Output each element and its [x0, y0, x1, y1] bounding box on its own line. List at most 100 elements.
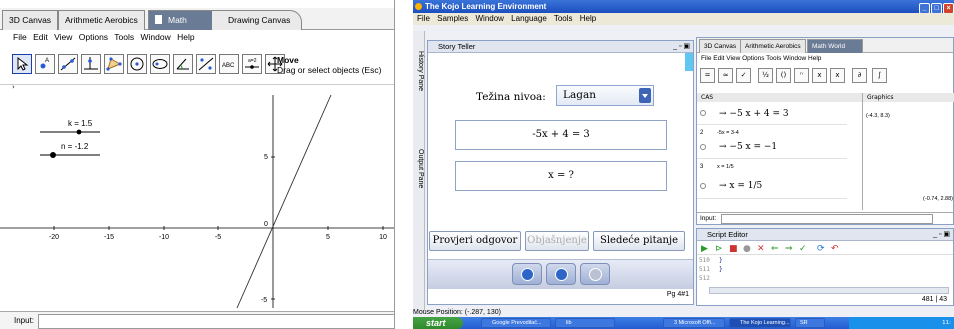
taskbar-item[interactable]: 3 Microsoft Offi... — [663, 318, 725, 328]
output-pane-tab[interactable]: Output Pane — [414, 149, 424, 188]
cas-view[interactable]: CAS → −5 x + 4 = 3 2 -5x = 3-4 → −5 x = … — [697, 93, 863, 210]
algebra-collapse-bar[interactable]: › — [0, 83, 394, 94]
input-field[interactable] — [38, 314, 394, 329]
radio-icon[interactable] — [700, 183, 706, 189]
integral-icon[interactable]: ∫ — [872, 68, 887, 83]
gg-menu-bar[interactable]: File Edit View Options Tools Window Help — [697, 54, 953, 64]
point-tool-button[interactable]: A — [35, 54, 55, 74]
menu-file[interactable]: File — [13, 32, 27, 42]
check-icon[interactable]: ✓ — [799, 244, 807, 254]
slider-n-handle[interactable] — [50, 152, 56, 158]
graphics-view[interactable]: -20 -15 -10 -5 0 5 10 5 -5 k = 1.5 n = -… — [0, 95, 395, 308]
explanation-button[interactable]: Objašnjenje — [525, 231, 589, 251]
history-forward-icon[interactable]: ⇒ — [785, 244, 793, 254]
difficulty-select[interactable]: Lagan — [556, 85, 654, 106]
graphics-header: Graphics — [863, 93, 954, 102]
tab-drawing-canvas[interactable]: Drawing Canvas — [212, 10, 302, 30]
cas-output: → −5 x = −1 — [719, 142, 778, 152]
radio-icon[interactable] — [700, 110, 706, 116]
menu-language[interactable]: Language — [511, 14, 547, 23]
menu-help[interactable]: Help — [580, 14, 596, 23]
check-icon[interactable]: ✓ — [736, 68, 751, 83]
x-tick-label: 10 — [379, 234, 387, 241]
forward-arrow-icon — [589, 268, 602, 281]
kojo-window: The Kojo Learning Environment _ □ × File S… — [413, 0, 954, 329]
slider-k-handle[interactable] — [76, 129, 82, 135]
menu-view[interactable]: View — [54, 32, 72, 42]
radio-icon[interactable] — [700, 144, 706, 150]
chevron-right-icon: › — [12, 83, 15, 91]
run-icon[interactable]: ▶ — [701, 244, 708, 254]
tab-label: Arithmetic Aerobics — [65, 15, 138, 25]
text-tool-button[interactable]: ABC — [219, 54, 239, 74]
equals-icon[interactable]: = — [700, 68, 715, 83]
tab-3d-canvas[interactable]: 3D Canvas — [2, 10, 59, 30]
cas-row[interactable]: 2 -5x = 3-4 → −5 x = −1 — [697, 127, 847, 159]
record-icon[interactable]: ● — [743, 244, 751, 254]
polygon-tool-button[interactable] — [104, 54, 124, 74]
move-tool-button[interactable] — [12, 54, 32, 74]
menu-file[interactable]: File — [417, 14, 430, 23]
pane-controls-icon[interactable]: _ ▫ ▣ — [673, 41, 690, 53]
menu-window[interactable]: Window — [475, 14, 503, 23]
history-pane-tab[interactable]: History Pane — [414, 51, 424, 91]
code-area[interactable]: 510 } 511 } 512 — [697, 256, 953, 286]
subscript-icon[interactable]: ⁿ — [794, 68, 809, 83]
stop-button[interactable] — [546, 263, 576, 285]
clear-icon[interactable]: ✕ — [757, 244, 765, 254]
scroll-marker[interactable] — [685, 53, 693, 71]
cas-row-number: 3 — [700, 164, 704, 170]
format-icon[interactable]: ⟳ — [817, 244, 825, 254]
menu-window[interactable]: Window — [141, 32, 171, 42]
clear-output-icon[interactable]: ↶ — [831, 244, 839, 254]
tab-3d-canvas[interactable]: 3D Canvas — [699, 39, 742, 53]
previous-page-button[interactable] — [512, 263, 542, 285]
solve-icon[interactable]: x — [812, 68, 827, 83]
menu-tools[interactable]: Tools — [554, 14, 573, 23]
dropdown-arrow-icon — [639, 88, 651, 103]
angle-tool-button[interactable] — [173, 54, 193, 74]
approx-icon[interactable]: ≈ — [718, 68, 733, 83]
next-page-button[interactable] — [580, 263, 610, 285]
circle-tool-button[interactable] — [127, 54, 147, 74]
menu-edit[interactable]: Edit — [33, 32, 48, 42]
taskbar-item[interactable]: The Kojo Learning... — [729, 318, 791, 328]
question-box[interactable]: x = ? — [455, 161, 667, 191]
perpendicular-tool-button[interactable] — [81, 54, 101, 74]
history-back-icon[interactable]: ⇐ — [771, 244, 779, 254]
tab-arithmetic-aerobics[interactable]: Arithmetic Aerobics — [740, 39, 806, 53]
start-button[interactable]: start — [413, 317, 463, 329]
taskbar-item[interactable]: SR — [795, 318, 825, 328]
cas-row[interactable]: 3 x = 1/5 → x = 1/5 — [697, 161, 847, 199]
tab-label: 3D Canvas — [9, 15, 52, 25]
menu-options[interactable]: Options — [79, 32, 108, 42]
stop-icon[interactable]: ■ — [729, 244, 738, 254]
line-tool-button[interactable] — [58, 54, 78, 74]
fraction-icon[interactable]: ½ — [758, 68, 773, 83]
function-line[interactable] — [236, 95, 332, 308]
graphics-view-small[interactable]: Graphics (-4.3, 8.3) (-0.74, 2.88) — [863, 93, 954, 210]
cas-output: → x = 1/5 — [719, 181, 763, 191]
derivative-icon[interactable]: ∂ — [852, 68, 867, 83]
cas-row[interactable]: → −5 x + 4 = 3 — [697, 103, 847, 125]
tab-arithmetic-aerobics[interactable]: Arithmetic Aerobics — [58, 10, 145, 30]
tab-math-world[interactable]: Math World — [807, 39, 863, 53]
taskbar-item[interactable]: Google Prevodilač... — [481, 318, 551, 328]
horizontal-scrollbar[interactable] — [709, 287, 949, 294]
reflect-tool-button[interactable] — [196, 54, 216, 74]
gg-input-field[interactable] — [721, 214, 933, 224]
check-answer-button[interactable]: Provjeri odgovor — [429, 231, 521, 251]
pane-controls-icon[interactable]: _ ▫ ▣ — [933, 229, 950, 241]
paren-icon[interactable]: () — [776, 68, 791, 83]
run-worksheet-icon[interactable]: ⊳ — [715, 244, 723, 254]
menu-samples[interactable]: Samples — [437, 14, 468, 23]
solve-numeric-icon[interactable]: x — [830, 68, 845, 83]
taskbar-item[interactable]: lib — [555, 318, 615, 328]
conic-tool-button[interactable] — [150, 54, 170, 74]
slider-tool-button[interactable]: a=2 — [242, 54, 262, 74]
menu-tools[interactable]: Tools — [114, 32, 134, 42]
menu-help[interactable]: Help — [177, 32, 194, 42]
tab-math-world[interactable]: Math World — [148, 10, 218, 43]
next-question-button[interactable]: Sledeće pitanje — [593, 231, 685, 251]
cas-header: CAS — [697, 93, 862, 102]
